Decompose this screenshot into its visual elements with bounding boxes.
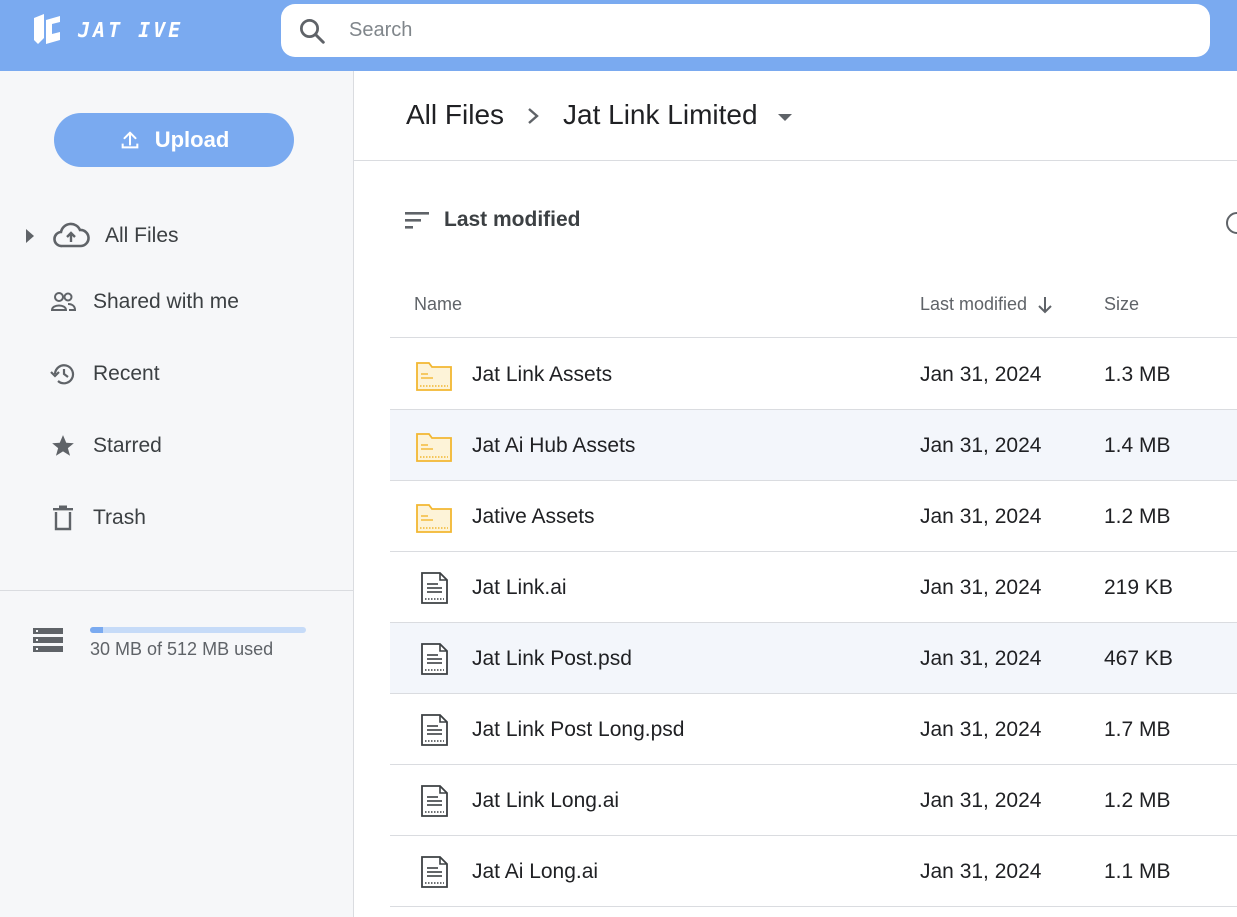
upload-icon xyxy=(121,131,139,149)
storage-icon xyxy=(32,627,64,658)
file-modified: Jan 31, 2024 xyxy=(920,647,1042,670)
file-name: Jat Link Post Long.psd xyxy=(472,718,685,741)
document-icon xyxy=(416,856,452,888)
table-row[interactable]: Jat Link Post.psd Jan 31, 2024 467 KB xyxy=(390,623,1237,694)
table-row[interactable]: Jat Ai Hub Assets Jan 31, 2024 1.4 MB xyxy=(390,410,1237,481)
file-name: Jat Link Post.psd xyxy=(472,647,632,670)
search-box[interactable] xyxy=(281,4,1210,57)
sidebar-item-label: Trash xyxy=(93,506,146,529)
sidebar-item-label: Starred xyxy=(93,434,162,457)
folder-icon xyxy=(416,501,452,533)
sidebar-item-label: Shared with me xyxy=(93,290,239,313)
column-header-modified[interactable]: Last modified xyxy=(920,294,1053,315)
document-icon xyxy=(416,643,452,675)
logo-wordmark: JAT IVE xyxy=(78,18,184,42)
file-size: 1.7 MB xyxy=(1104,718,1171,741)
trash-icon xyxy=(52,505,74,531)
cloud-icon xyxy=(52,222,90,250)
table-row[interactable]: Jative Assets Jan 31, 2024 1.2 MB xyxy=(390,481,1237,552)
sidebar-item-starred[interactable]: Starred xyxy=(0,422,353,470)
upload-label: Upload xyxy=(154,127,230,152)
file-name: Jat Link Assets xyxy=(472,363,613,386)
search-icon[interactable] xyxy=(297,16,327,46)
people-icon xyxy=(50,291,76,313)
file-name: Jat Ai Long.ai xyxy=(472,860,599,883)
table-row[interactable]: Jat Link.ai Jan 31, 2024 219 KB xyxy=(390,552,1237,623)
storage-progress-bar xyxy=(90,627,306,633)
history-icon xyxy=(50,362,76,386)
storage-usage-text: 30 MB of 512 MB used xyxy=(90,639,274,659)
document-icon xyxy=(416,572,452,604)
sidebar-divider xyxy=(0,590,353,591)
table-row[interactable]: Jat Link Assets Jan 31, 2024 1.3 MB xyxy=(390,339,1237,410)
upload-button[interactable]: Upload xyxy=(54,113,294,167)
file-size: 467 KB xyxy=(1104,647,1173,670)
sidebar-item-label: All Files xyxy=(105,224,179,247)
file-name: Jative Assets xyxy=(472,505,595,528)
file-name: Jat Link.ai xyxy=(472,576,567,599)
column-header-modified-label: Last modified xyxy=(920,294,1028,314)
file-name: Jat Ai Hub Assets xyxy=(472,434,636,457)
file-name: Jat Link Long.ai xyxy=(472,789,620,812)
storage-progress-fill xyxy=(90,627,103,633)
document-icon xyxy=(416,714,452,746)
file-size: 1.2 MB xyxy=(1104,789,1171,812)
folder-menu-dropdown-icon[interactable] xyxy=(778,114,792,121)
sidebar-item-shared[interactable]: Shared with me xyxy=(0,278,353,326)
app-logo[interactable]: JAT IVE xyxy=(30,12,183,48)
logo-mark-icon xyxy=(30,12,64,48)
sidebar-item-recent[interactable]: Recent xyxy=(0,350,353,398)
sidebar: Upload All Files Shared with me Recent S… xyxy=(0,71,354,917)
column-header-name[interactable]: Name xyxy=(414,294,462,315)
star-icon xyxy=(50,433,76,459)
expand-caret-icon[interactable] xyxy=(26,229,34,243)
sidebar-item-all-files[interactable]: All Files xyxy=(0,212,353,260)
file-modified: Jan 31, 2024 xyxy=(920,576,1042,599)
file-size: 219 KB xyxy=(1104,576,1173,599)
file-modified: Jan 31, 2024 xyxy=(920,718,1042,741)
table-row[interactable]: Jat Link Post Long.psd Jan 31, 2024 1.7 … xyxy=(390,694,1237,765)
file-size: 1.1 MB xyxy=(1104,860,1171,883)
file-table-header: Name Last modified Size xyxy=(390,270,1237,338)
sort-control[interactable]: Last modified xyxy=(404,208,581,232)
table-row[interactable]: Jat Link Long.ai Jan 31, 2024 1.2 MB xyxy=(390,765,1237,836)
file-size: 1.2 MB xyxy=(1104,505,1171,528)
file-modified: Jan 31, 2024 xyxy=(920,505,1042,528)
sort-label: Last modified xyxy=(444,208,581,231)
file-modified: Jan 31, 2024 xyxy=(920,789,1042,812)
file-list: Jat Link Assets Jan 31, 2024 1.3 MB Jat … xyxy=(390,339,1237,907)
file-size: 1.4 MB xyxy=(1104,434,1171,457)
file-modified: Jan 31, 2024 xyxy=(920,434,1042,457)
file-modified: Jan 31, 2024 xyxy=(920,860,1042,883)
file-size: 1.3 MB xyxy=(1104,363,1171,386)
top-bar: JAT IVE xyxy=(0,0,1237,71)
chevron-right-icon xyxy=(526,107,540,130)
folder-icon xyxy=(416,359,452,391)
file-modified: Jan 31, 2024 xyxy=(920,363,1042,386)
sort-icon xyxy=(405,212,429,229)
view-options-icon[interactable] xyxy=(1226,212,1237,234)
search-input[interactable] xyxy=(349,19,1149,42)
breadcrumb: All Files Jat Link Limited xyxy=(354,71,1237,161)
column-header-size[interactable]: Size xyxy=(1104,294,1139,315)
document-icon xyxy=(416,785,452,817)
breadcrumb-root[interactable]: All Files xyxy=(406,99,504,131)
sidebar-item-label: Recent xyxy=(93,362,160,385)
arrow-down-icon xyxy=(1038,296,1052,313)
table-row[interactable]: Jat Ai Long.ai Jan 31, 2024 1.1 MB xyxy=(390,836,1237,907)
sidebar-item-trash[interactable]: Trash xyxy=(0,494,353,542)
folder-icon xyxy=(416,430,452,462)
breadcrumb-current-folder[interactable]: Jat Link Limited xyxy=(563,99,758,131)
